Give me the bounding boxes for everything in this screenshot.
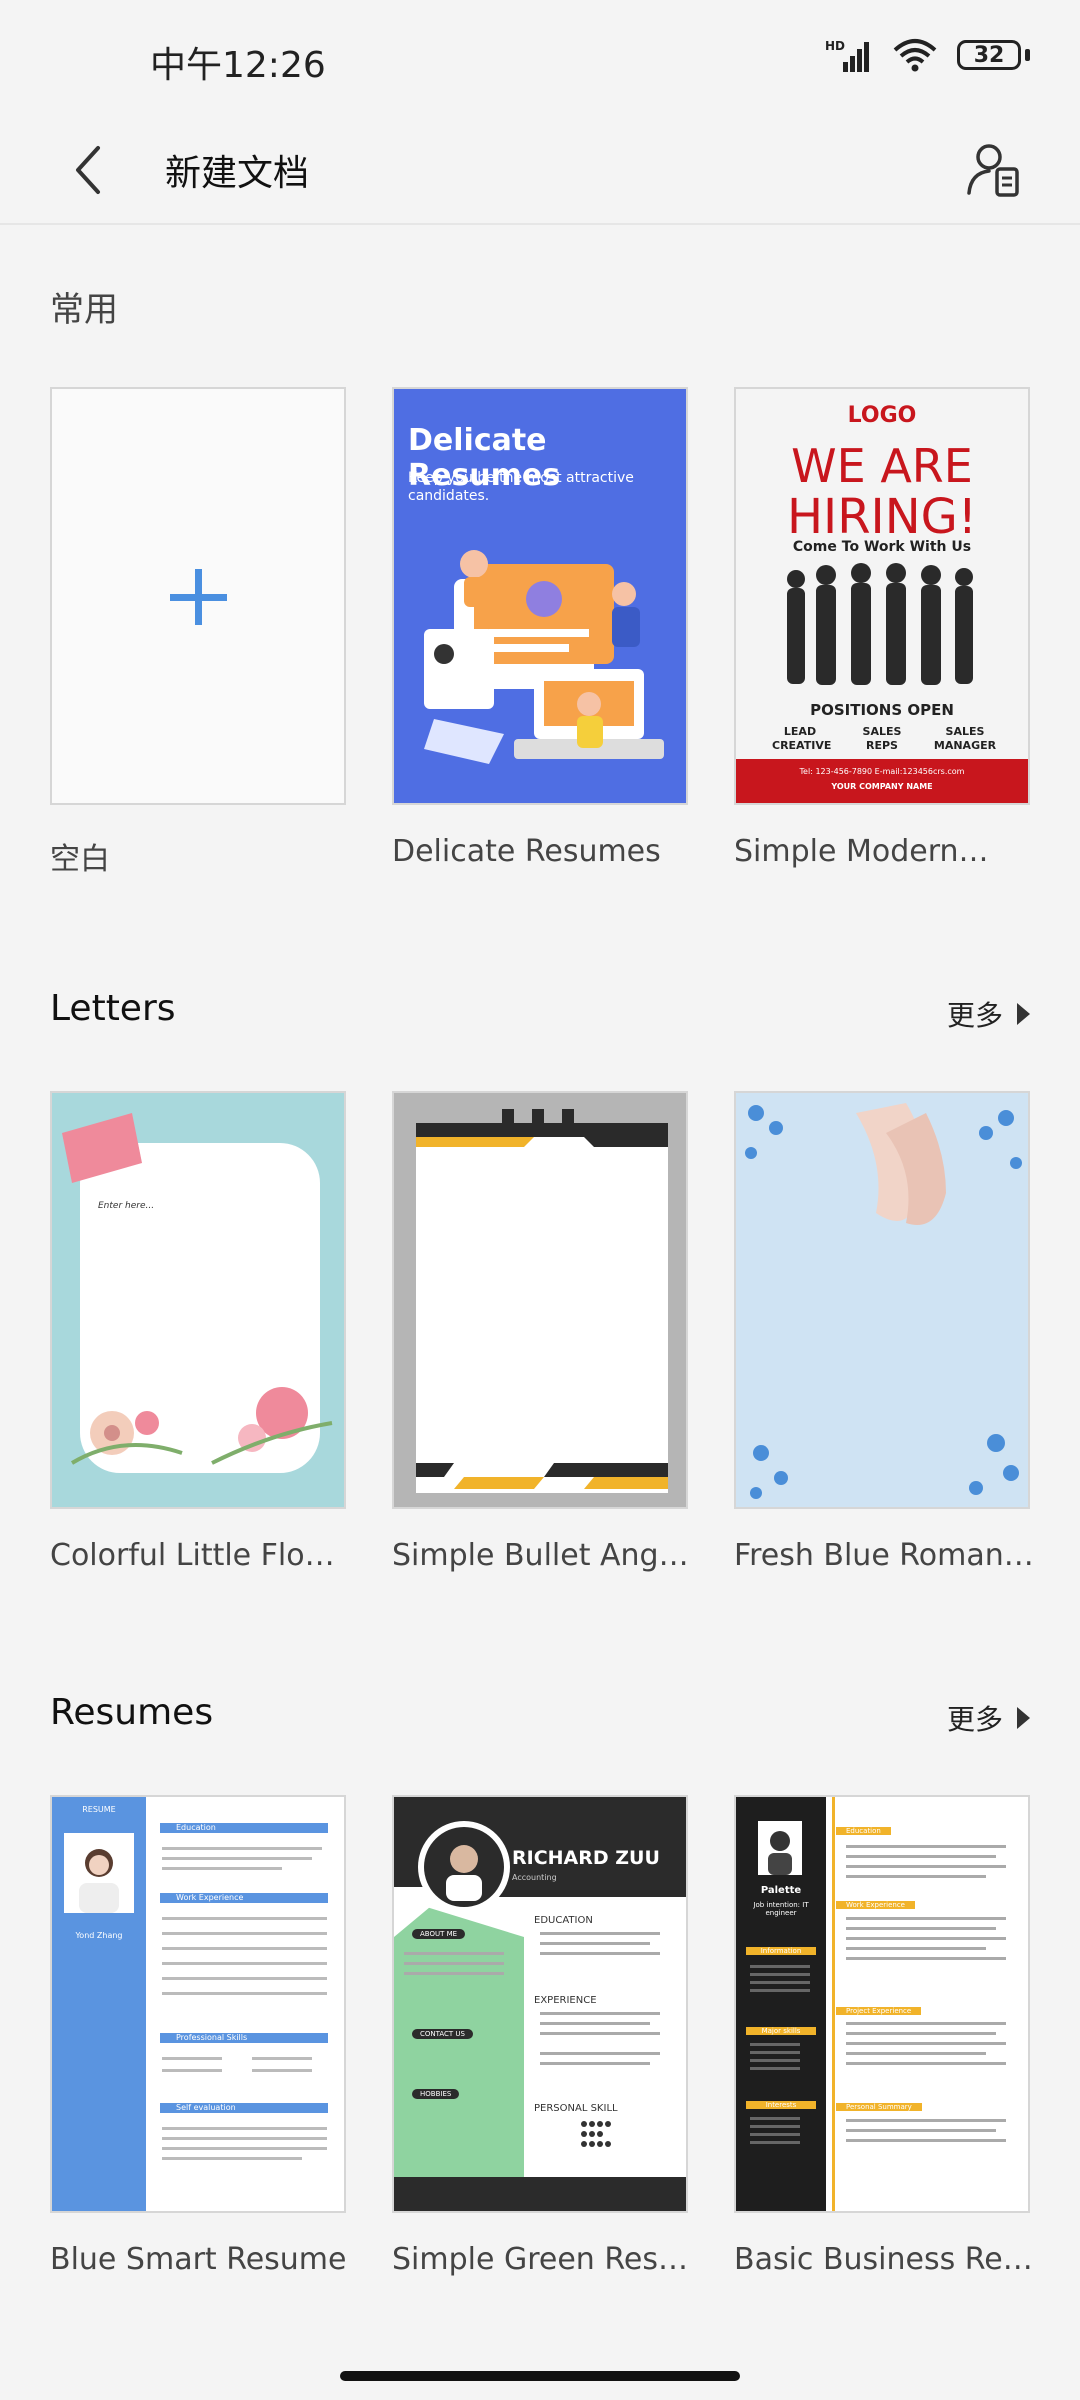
fresh-blue-thumbnail — [736, 1093, 1028, 1507]
resumes-more-label: 更多 — [946, 1703, 1003, 1736]
template-card-blue-smart-resume[interactable]: RESUME Yond Zhang Education Work Experie… — [50, 1795, 346, 2213]
battery-level: 32 — [973, 42, 1005, 68]
template-label-simple-green-resume: Simple Green Resume — [392, 2242, 692, 2277]
hiring-headline-2: HIRING! — [786, 489, 978, 545]
hiring-contact: Tel: 123-456-7890 E-mail:123456crs.com — [799, 767, 965, 776]
resumes-more-link[interactable]: 更多 — [947, 1698, 1030, 1738]
user-document-icon — [967, 144, 1019, 197]
template-card-basic-business-resume[interactable]: Palette Job intention: IT engineer Infor… — [734, 1795, 1030, 2213]
template-card-simple-bullet[interactable] — [392, 1091, 688, 1509]
section-title-letters: Letters — [50, 988, 176, 1029]
back-arrow-icon — [76, 146, 100, 194]
role-3: SALES MANAGER — [933, 725, 997, 752]
hiring-company: YOUR COMPANY NAME — [831, 782, 933, 791]
status-icons: HD 32 — [825, 38, 1030, 72]
hiring-logo: LOGO — [847, 403, 917, 428]
green-resume-skill: PERSONAL SKILL — [534, 2103, 618, 2114]
chevron-right-icon — [1017, 1707, 1030, 1729]
hiring-footer: Tel: 123-456-7890 E-mail:123456crs.com Y… — [736, 759, 1028, 803]
wifi-icon — [893, 39, 937, 72]
header-divider — [0, 223, 1080, 225]
battery-icon: 32 — [957, 40, 1030, 70]
letter-placeholder: Enter here... — [98, 1201, 155, 1211]
role-2: SALES REPS — [862, 725, 902, 752]
simple-bullet-thumbnail — [394, 1093, 686, 1507]
plus-icon — [170, 569, 227, 625]
section-title-common: 常用 — [50, 290, 118, 330]
business-resume-education: Education — [836, 1827, 891, 1835]
hiring-headline-1: WE ARE — [791, 439, 973, 493]
business-resume-work: Work Experience — [836, 1901, 915, 1909]
status-time: 中午12:26 — [150, 45, 326, 86]
business-resume-interests: Interests — [746, 2101, 816, 2109]
green-resume-education: EDUCATION — [534, 1915, 593, 1926]
business-resume-name: Palette — [760, 1885, 802, 1896]
green-resume-contact: CONTACT US — [412, 2029, 473, 2039]
hiring-sub: Come To Work With Us — [792, 539, 972, 555]
network-type: HD — [825, 39, 845, 53]
template-card-fresh-blue[interactable] — [734, 1091, 1030, 1509]
positions-open: POSITIONS OPEN — [810, 701, 954, 719]
resume-text-lines — [162, 1847, 327, 2160]
silhouettes-image — [787, 563, 973, 685]
template-card-simple-modern[interactable]: LOGO WE ARE HIRING! Come To Work With Us… — [734, 387, 1030, 805]
template-card-delicate-resumes[interactable]: Delicate Resumes Keep you be the most at… — [392, 387, 688, 805]
template-label-colorful-flower: Colorful Little Flowe… — [50, 1538, 350, 1573]
letters-more-link[interactable]: 更多 — [947, 994, 1030, 1034]
template-card-blank[interactable] — [50, 387, 346, 805]
template-label-basic-business-resume: Basic Business Resume — [734, 2242, 1034, 2277]
thumbnail-subheading: Keep you be the most attractive candidat… — [408, 470, 634, 504]
signal-icon: HD — [825, 39, 869, 72]
template-label-blue-smart-resume: Blue Smart Resume — [50, 2242, 347, 2277]
chevron-right-icon — [1017, 1003, 1030, 1025]
page-title: 新建文档 — [165, 153, 310, 194]
letters-more-label: 更多 — [946, 999, 1003, 1032]
template-label-blank: 空白 — [50, 842, 110, 877]
app-bar: 新建文档 — [0, 120, 1080, 220]
business-resume-project: Project Experience — [836, 2007, 922, 2015]
section-title-resumes: Resumes — [50, 1692, 214, 1733]
status-bar: 中午12:26 HD 32 — [0, 0, 1080, 120]
green-resume-hobbies: HOBBIES — [412, 2089, 460, 2099]
business-resume-information: Information — [746, 1947, 816, 1955]
green-resume-role: Accounting — [512, 1873, 557, 1882]
account-button[interactable] — [950, 126, 1040, 216]
business-resume-background — [736, 1797, 1006, 2211]
business-resume-skills: Major skills — [746, 2027, 816, 2035]
back-button[interactable] — [48, 130, 128, 210]
role-1: LEAD CREATIVE — [772, 725, 832, 752]
template-label-delicate-resumes: Delicate Resumes — [392, 834, 661, 869]
green-resume-experience: EXPERIENCE — [534, 1995, 597, 2006]
business-resume-summary: Personal Summary — [836, 2103, 922, 2111]
template-label-fresh-blue: Fresh Blue Romantic… — [734, 1538, 1034, 1573]
colorful-flower-thumbnail — [52, 1093, 344, 1507]
template-card-simple-green-resume[interactable]: RICHARD ZUU Accounting EDUCATION EXPERIE… — [392, 1795, 688, 2213]
business-resume-role: Job intention: IT engineer — [753, 1901, 809, 1917]
green-resume-name: RICHARD ZUU — [512, 1847, 660, 1869]
home-indicator[interactable] — [340, 2371, 740, 2381]
green-resume-about: ABOUT ME — [412, 1929, 466, 1939]
template-label-simple-bullet: Simple Bullet Angel… — [392, 1538, 692, 1573]
template-label-simple-modern: Simple Modern… — [734, 834, 989, 869]
template-card-colorful-flower[interactable]: Enter here... — [50, 1091, 346, 1509]
